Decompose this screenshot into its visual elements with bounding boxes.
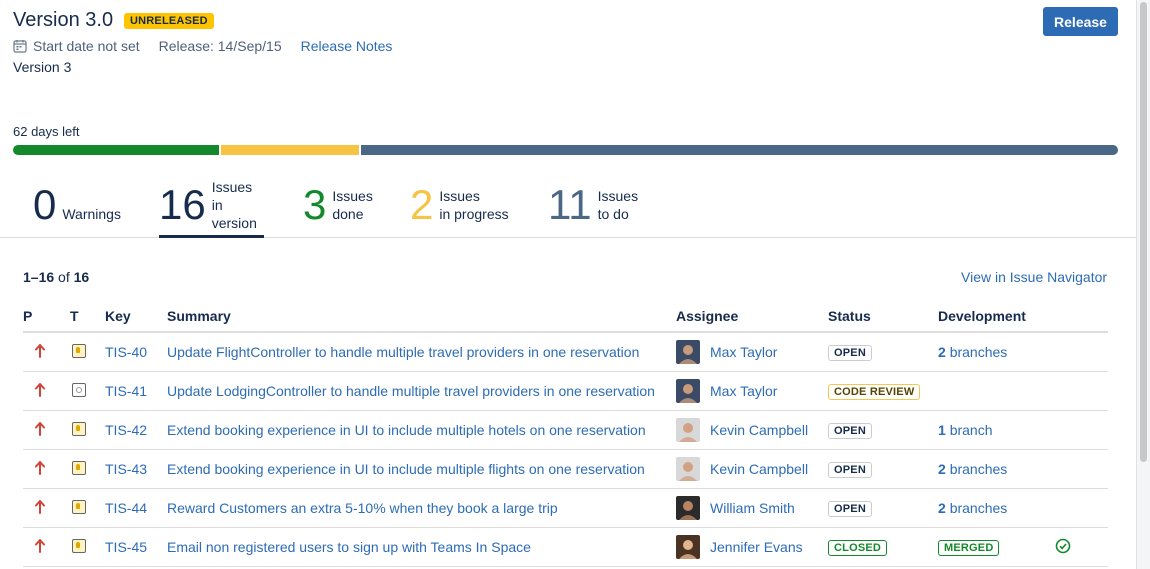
avatar bbox=[676, 457, 700, 481]
stat-number: 2 bbox=[410, 180, 434, 228]
assignee-link[interactable]: Jennifer Evans bbox=[710, 539, 803, 555]
issue-key-link[interactable]: TIS-41 bbox=[105, 383, 147, 399]
status-lozenge: CODE REVIEW bbox=[828, 384, 921, 400]
stat-issues-in-progress[interactable]: 2 Issues in progress bbox=[410, 173, 509, 236]
improvement-icon bbox=[72, 343, 86, 358]
status-lozenge: OPEN bbox=[828, 423, 872, 439]
column-header[interactable]: P bbox=[23, 300, 70, 333]
table-row[interactable]: TIS-42 Extend booking experience in UI t… bbox=[23, 410, 1108, 450]
table-row[interactable]: TIS-45 Email non registered users to sig… bbox=[23, 527, 1108, 567]
priority-high-icon bbox=[35, 460, 45, 475]
stat-issues-to-do[interactable]: 11 Issues to do bbox=[548, 173, 638, 236]
progress-todo-segment bbox=[361, 145, 1118, 155]
stat-label: Issues in version bbox=[211, 178, 257, 231]
check-circle-icon bbox=[1055, 538, 1071, 553]
issues-table: P T Key Summary Assignee Status Developm… bbox=[23, 300, 1108, 567]
table-row[interactable]: TIS-41 Update LodgingController to handl… bbox=[23, 371, 1108, 411]
release-progress-bar bbox=[13, 145, 1118, 155]
assignee-link[interactable]: William Smith bbox=[710, 500, 795, 516]
stat-issues-done[interactable]: 3 Issues done bbox=[303, 173, 373, 236]
avatar bbox=[676, 340, 700, 364]
progress-in-progress-segment bbox=[221, 145, 360, 155]
development-link[interactable]: 1 branch bbox=[938, 422, 993, 438]
issue-key-link[interactable]: TIS-44 bbox=[105, 500, 147, 516]
improvement-icon bbox=[72, 538, 86, 553]
calendar-icon bbox=[13, 40, 27, 53]
improvement-icon bbox=[72, 499, 86, 514]
stat-number: 0 bbox=[33, 180, 57, 228]
issue-summary-link[interactable]: Update FlightController to handle multip… bbox=[167, 344, 639, 360]
table-row[interactable]: TIS-43 Extend booking experience in UI t… bbox=[23, 449, 1108, 489]
version-meta: Start date not set Release: 14/Sep/15 Re… bbox=[13, 38, 392, 54]
release-notes-link[interactable]: Release Notes bbox=[301, 38, 393, 54]
table-row[interactable]: TIS-40 Update FlightController to handle… bbox=[23, 332, 1108, 372]
priority-high-icon bbox=[35, 421, 45, 436]
column-header[interactable]: Development bbox=[938, 300, 1055, 333]
status-lozenge: OPEN bbox=[828, 345, 872, 361]
assignee-link[interactable]: Max Taylor bbox=[710, 383, 777, 399]
vertical-scrollbar[interactable] bbox=[1136, 0, 1150, 569]
issue-count: 1–16 of 16 bbox=[23, 269, 90, 285]
stat-label: Issues done bbox=[332, 187, 373, 222]
assignee-link[interactable]: Max Taylor bbox=[710, 344, 777, 360]
issue-key-link[interactable]: TIS-40 bbox=[105, 344, 147, 360]
column-header[interactable]: T bbox=[70, 300, 105, 333]
stat-warnings[interactable]: 0 Warnings bbox=[33, 173, 121, 236]
priority-high-icon bbox=[35, 343, 45, 358]
column-header[interactable]: Assignee bbox=[676, 300, 828, 333]
column-header[interactable]: Summary bbox=[167, 300, 676, 333]
assignee-link[interactable]: Kevin Campbell bbox=[710, 422, 808, 438]
issue-summary-link[interactable]: Reward Customers an extra 5-10% when the… bbox=[167, 500, 558, 516]
table-row[interactable]: TIS-44 Reward Customers an extra 5-10% w… bbox=[23, 488, 1108, 528]
improvement-icon bbox=[72, 421, 86, 436]
priority-high-icon bbox=[35, 538, 45, 553]
review-icon bbox=[72, 382, 86, 397]
merged-badge: MERGED bbox=[938, 540, 1000, 556]
avatar bbox=[676, 379, 700, 403]
issue-summary-link[interactable]: Extend booking experience in UI to inclu… bbox=[167, 422, 646, 438]
stat-number: 3 bbox=[303, 180, 327, 228]
release-button[interactable]: Release bbox=[1043, 7, 1118, 36]
start-date: Start date not set bbox=[33, 38, 140, 54]
issue-key-link[interactable]: TIS-45 bbox=[105, 539, 147, 555]
days-left: 62 days left bbox=[13, 124, 80, 139]
version-page: Version 3.0 UNRELEASED Release Start dat… bbox=[0, 0, 1137, 569]
stat-label: Issues in progress bbox=[439, 187, 509, 222]
development-link[interactable]: 2 branches bbox=[938, 500, 1007, 516]
stats-bar: 0 Warnings 16 Issues in version 3 Issues d… bbox=[0, 173, 1137, 238]
avatar bbox=[676, 496, 700, 520]
status-lozenge: OPEN bbox=[828, 462, 872, 478]
issue-summary-link[interactable]: Email non registered users to sign up wi… bbox=[167, 539, 531, 555]
view-in-issue-navigator-link[interactable]: View in Issue Navigator bbox=[961, 269, 1107, 285]
column-header[interactable]: Status bbox=[828, 300, 938, 333]
table-header-row: P T Key Summary Assignee Status Developm… bbox=[23, 300, 1108, 333]
development-link[interactable]: 2 branches bbox=[938, 344, 1007, 360]
stat-number: 11 bbox=[548, 180, 592, 228]
status-badge: UNRELEASED bbox=[124, 13, 214, 29]
priority-high-icon bbox=[35, 499, 45, 514]
status-lozenge: CLOSED bbox=[828, 540, 888, 556]
progress-done-segment bbox=[13, 145, 220, 155]
avatar bbox=[676, 418, 700, 442]
release-date: Release: 14/Sep/15 bbox=[158, 38, 282, 54]
stat-label: Issues to do bbox=[597, 187, 639, 222]
stat-issues-in-version[interactable]: 16 Issues in version bbox=[159, 173, 264, 238]
column-header[interactable]: Key bbox=[105, 300, 167, 333]
scrollbar-thumb[interactable] bbox=[1140, 2, 1147, 462]
stat-label: Warnings bbox=[62, 205, 121, 222]
version-description: Version 3 bbox=[13, 59, 72, 75]
stat-number: 16 bbox=[159, 180, 206, 228]
avatar bbox=[676, 535, 700, 559]
issue-summary-link[interactable]: Update LodgingController to handle multi… bbox=[167, 383, 655, 399]
status-lozenge: OPEN bbox=[828, 501, 872, 517]
issue-key-link[interactable]: TIS-43 bbox=[105, 461, 147, 477]
development-link[interactable]: 2 branches bbox=[938, 461, 1007, 477]
assignee-link[interactable]: Kevin Campbell bbox=[710, 461, 808, 477]
page-title: Version 3.0 bbox=[13, 9, 114, 31]
issue-summary-link[interactable]: Extend booking experience in UI to inclu… bbox=[167, 461, 645, 477]
improvement-icon bbox=[72, 460, 86, 475]
issue-key-link[interactable]: TIS-42 bbox=[105, 422, 147, 438]
priority-high-icon bbox=[35, 382, 45, 397]
